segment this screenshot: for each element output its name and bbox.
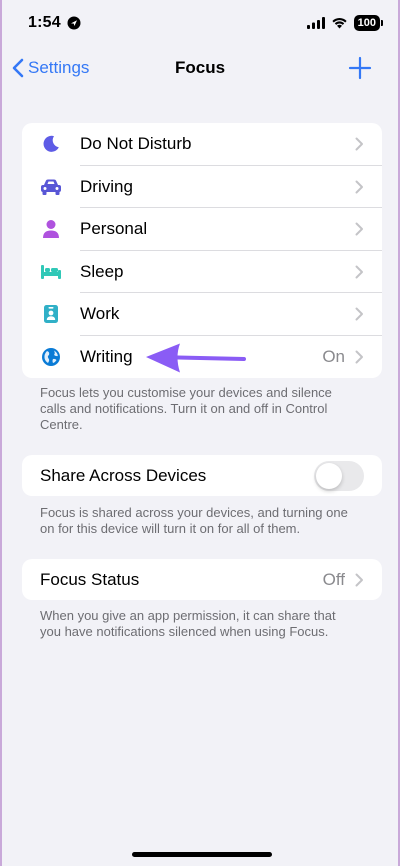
add-focus-button[interactable] — [348, 56, 372, 80]
back-button[interactable]: Settings — [12, 58, 89, 78]
focus-modes-list: Do Not Disturb Driving Personal Sleep Wo… — [22, 123, 382, 378]
focus-row-status: On — [322, 346, 345, 366]
focus-status-value: Off — [322, 569, 345, 589]
share-across-devices-toggle[interactable] — [314, 460, 364, 491]
annotation-arrow — [146, 343, 246, 373]
focus-row-label: Sleep — [80, 261, 124, 281]
bed-icon — [40, 261, 62, 283]
focus-row-label: Work — [80, 304, 120, 324]
share-across-devices-group: Share Across Devices — [22, 455, 382, 496]
focus-modes-footnote: Focus lets you customise your devices an… — [40, 385, 332, 432]
share-across-devices-footnote: Focus is shared across your devices, and… — [40, 505, 348, 536]
person-icon — [40, 218, 62, 240]
chevron-right-icon — [355, 222, 363, 236]
focus-row-work[interactable]: Work — [22, 293, 382, 336]
share-across-devices-label: Share Across Devices — [40, 465, 207, 485]
focus-status-row[interactable]: Focus Status Off — [22, 559, 382, 600]
focus-row-sleep[interactable]: Sleep — [22, 251, 382, 293]
battery-indicator: 100 — [353, 15, 384, 31]
focus-row-label: Do Not Disturb — [80, 134, 192, 154]
chevron-left-icon — [12, 58, 24, 78]
focus-row-label: Personal — [80, 219, 148, 239]
share-across-devices-row: Share Across Devices — [22, 455, 382, 496]
location-services-icon — [67, 16, 81, 30]
status-time: 1:54 — [28, 14, 61, 31]
focus-status-group: Focus Status Off — [22, 559, 382, 600]
chevron-right-icon — [355, 573, 363, 586]
moon-icon — [40, 133, 62, 155]
screen: 1:54 100 Settings Focus Do Not Disturb D… — [0, 0, 400, 866]
focus-row-driving[interactable]: Driving — [22, 166, 382, 208]
focus-row-do-not-disturb[interactable]: Do Not Disturb — [22, 123, 382, 166]
back-button-label: Settings — [28, 58, 90, 77]
focus-row-label: Driving — [80, 176, 133, 196]
focus-row-personal[interactable]: Personal — [22, 208, 382, 251]
wifi-icon — [332, 18, 347, 29]
cellular-signal-icon — [306, 17, 325, 29]
globe-icon — [40, 346, 62, 368]
focus-status-footnote: When you give an app permission, it can … — [40, 608, 336, 639]
chevron-right-icon — [355, 137, 363, 151]
car-icon — [40, 176, 62, 198]
focus-status-label: Focus Status — [40, 569, 140, 589]
toggle-knob — [316, 462, 342, 489]
chevron-right-icon — [355, 265, 363, 279]
chevron-right-icon — [355, 180, 363, 194]
chevron-right-icon — [355, 307, 363, 321]
home-indicator[interactable] — [132, 852, 272, 857]
chevron-right-icon — [355, 350, 363, 364]
badge-icon — [40, 303, 62, 325]
navigation-bar: Settings Focus — [2, 48, 398, 88]
status-bar: 1:54 100 — [2, 0, 398, 46]
